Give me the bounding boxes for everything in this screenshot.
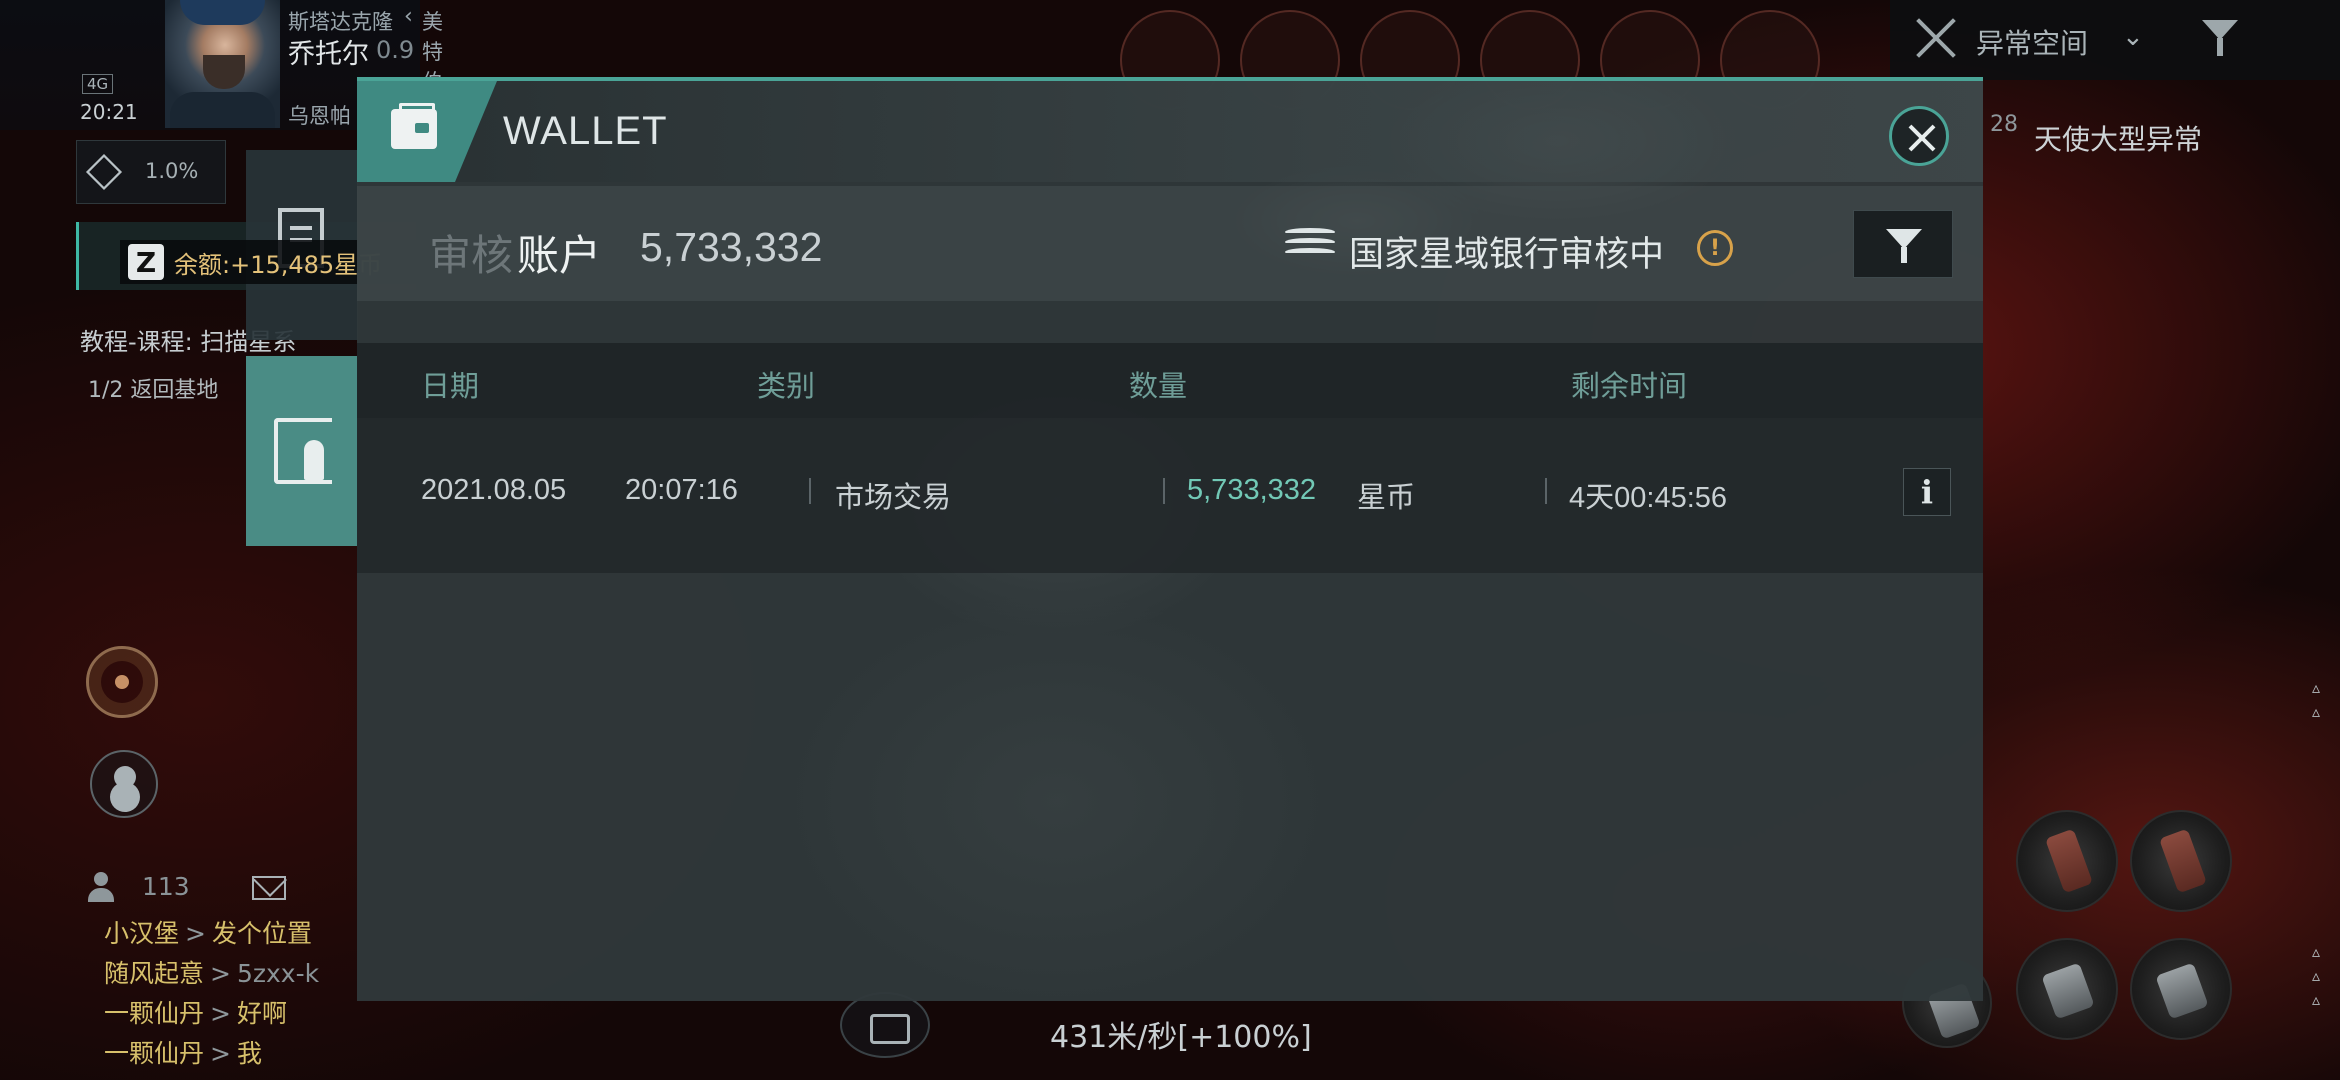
wallet-modal: WALLET 审核 账户 5,733,332 国家星域银行审核中 ! 日期 类别… — [357, 77, 1983, 1001]
table-row[interactable]: 2021.08.05 20:07:16 市场交易 5,733,332 星币 4天… — [357, 418, 1983, 573]
anomaly-item[interactable]: 天使大型异常 — [2034, 118, 2202, 158]
mail-icon[interactable] — [252, 876, 286, 900]
row-date: 2021.08.05 — [421, 474, 567, 506]
row-category: 市场交易 — [835, 480, 952, 514]
tab-pending-review[interactable] — [246, 356, 358, 546]
column-header-date[interactable]: 日期 — [421, 363, 479, 405]
side-tabs — [246, 150, 358, 550]
pending-label: 审核 — [429, 231, 514, 280]
column-header-amount[interactable]: 数量 — [1129, 363, 1187, 405]
module-slot[interactable] — [2016, 810, 2118, 912]
info-button[interactable]: i — [1903, 468, 1951, 516]
filter-icon[interactable] — [2202, 20, 2242, 60]
camera-button[interactable] — [840, 992, 930, 1058]
sub-location: 乌恩帕 — [288, 104, 351, 128]
wallet-icon — [391, 103, 437, 149]
close-button[interactable] — [1889, 106, 1949, 166]
module-slot[interactable] — [2130, 938, 2232, 1040]
chat-message[interactable]: 小汉堡 > 发个位置 — [104, 914, 312, 950]
ship-speed: 431米/秒[+100%] — [1050, 1020, 1312, 1055]
cargo-cube-icon — [85, 153, 123, 191]
wallet-header: WALLET — [357, 81, 1983, 182]
anomaly-signal: 28 — [1990, 112, 2018, 137]
cargo-percent: 1.0% — [145, 159, 199, 183]
cargo-indicator[interactable]: 1.0% — [76, 140, 226, 204]
bank-waves-icon — [1285, 228, 1337, 262]
modal-title: WALLET — [503, 109, 668, 153]
security-status: 0.9 — [376, 36, 415, 64]
wallet-summary: 审核 账户 5,733,332 国家星域银行审核中 ! — [357, 186, 1983, 301]
bank-status: 国家星域银行审核中 — [1349, 235, 1665, 275]
toast-label: 余额: — [174, 250, 231, 279]
header-tag — [357, 81, 497, 182]
pilot-name: 乔托尔 — [288, 39, 369, 70]
contacts-button[interactable] — [90, 750, 158, 818]
chevron-down-icon[interactable]: ⌄ — [2122, 22, 2144, 52]
table-header: 日期 类别 数量 剩余时间 — [357, 343, 1983, 418]
row-remaining-time: 4天00:45:56 — [1569, 482, 1728, 514]
clock: 20:21 — [80, 100, 138, 124]
overview-radar-icon[interactable] — [86, 646, 158, 718]
chat-message[interactable]: 一颗仙丹 > 我 — [104, 1034, 262, 1070]
row-amount: 5,733,332 — [1187, 474, 1317, 506]
people-icon[interactable] — [88, 872, 114, 904]
column-header-category[interactable]: 类别 — [757, 363, 815, 405]
row-time: 20:07:16 — [625, 474, 738, 506]
account-balance: 5,733,332 — [640, 224, 823, 270]
filter-button[interactable] — [1853, 210, 1953, 278]
pilot-portrait[interactable] — [165, 0, 280, 128]
anomaly-filter-select[interactable]: 异常空间 — [1976, 22, 2088, 62]
module-scroll-arrows[interactable]: ▵ ▵ ▵ ▵ ▵ — [2312, 676, 2320, 1012]
warning-icon[interactable]: ! — [1697, 230, 1733, 266]
row-unit: 星币 — [1357, 480, 1416, 514]
module-slot[interactable] — [2130, 810, 2232, 912]
module-slot[interactable] — [2016, 938, 2118, 1040]
stamp-icon — [274, 418, 332, 484]
chat-message[interactable]: 随风起意 >5zxx-k — [104, 954, 319, 990]
chat-message[interactable]: 一颗仙丹 > 好啊 — [104, 994, 287, 1030]
network-indicator: 4G — [82, 74, 114, 94]
currency-z-icon: Z — [128, 244, 164, 280]
chat-member-count: 113 — [142, 872, 190, 901]
crossed-swords-icon — [1914, 16, 1958, 60]
tutorial-task-step: 1/2 返回基地 — [88, 378, 219, 403]
account-label: 账户 — [517, 231, 602, 280]
column-header-remaining[interactable]: 剩余时间 — [1571, 363, 1687, 405]
route-arrow-icon: ‹ — [404, 4, 413, 29]
